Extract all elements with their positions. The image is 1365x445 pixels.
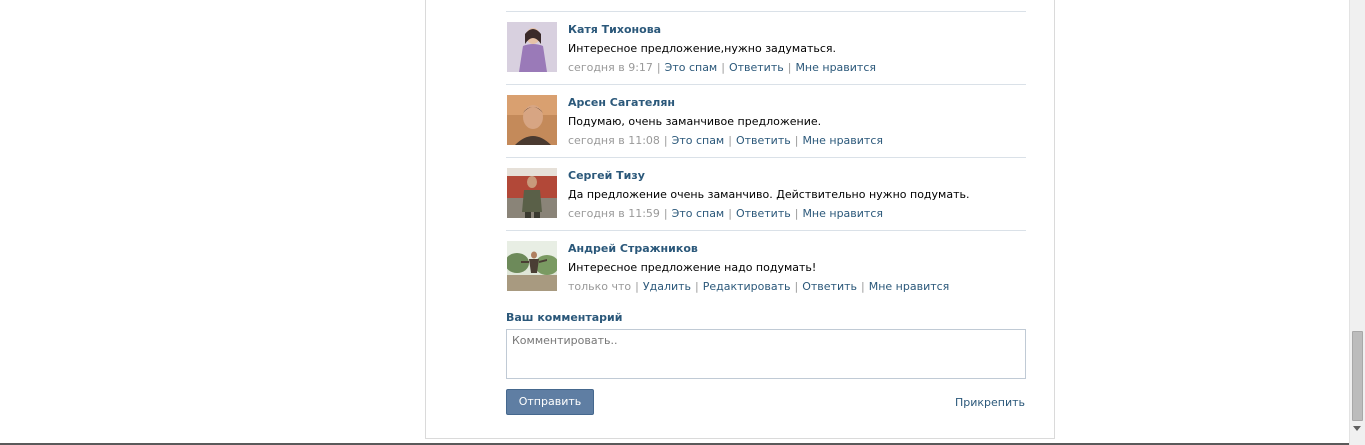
comments-list: Катя Тихонова Интересное предложение,нуж… — [506, 11, 1026, 303]
comment-meta: сегодня в 9:17 | Это спам | Ответить | Мне нра… — [568, 61, 876, 74]
comment-time: сегодня в 11:08 — [568, 134, 660, 147]
reply-link[interactable]: Ответить — [802, 280, 857, 293]
comment-author[interactable]: Арсен Сагателян — [568, 96, 675, 109]
vertical-scrollbar[interactable] — [1349, 0, 1365, 445]
separator: | — [728, 134, 732, 147]
send-button[interactable]: Отправить — [506, 389, 594, 415]
comment-author[interactable]: Катя Тихонова — [568, 23, 661, 36]
comment-text: Подумаю, очень заманчивое предложение. — [568, 115, 822, 128]
comment-author[interactable]: Андрей Стражников — [568, 242, 698, 255]
scrollbar-thumb[interactable] — [1352, 331, 1363, 421]
separator: | — [794, 134, 799, 147]
comment-input[interactable] — [506, 329, 1026, 379]
reply-link[interactable]: Ответить — [729, 61, 784, 74]
scroll-down-arrow-icon[interactable] — [1353, 426, 1361, 431]
spam-link[interactable]: Это спам — [665, 61, 718, 74]
separator: | — [721, 61, 725, 74]
like-link[interactable]: Мне нравится — [802, 134, 883, 147]
spam-link[interactable]: Это спам — [672, 134, 725, 147]
comment-time: только что — [568, 280, 632, 293]
separator: | — [794, 280, 799, 293]
separator: | — [728, 207, 732, 220]
reply-link[interactable]: Ответить — [736, 207, 791, 220]
avatar[interactable] — [507, 22, 557, 72]
delete-link[interactable]: Удалить — [643, 280, 691, 293]
comment-text: Интересное предложение надо подумать! — [568, 261, 817, 274]
comment-meta: сегодня в 11:59 | Это спам | Ответить | Мне нр… — [568, 207, 883, 220]
comment-text: Интересное предложение,нужно задуматься. — [568, 42, 836, 55]
avatar[interactable] — [507, 95, 557, 145]
separator: | — [663, 134, 668, 147]
comment-item: Сергей Тизу Да предложение очень заманчи… — [506, 157, 1026, 230]
comment-text: Да предложение очень заманчиво. Действит… — [568, 188, 970, 201]
avatar[interactable] — [507, 168, 557, 218]
comment-form-label: Ваш комментарий — [506, 311, 623, 324]
avatar[interactable] — [507, 241, 557, 291]
separator: | — [695, 280, 699, 293]
comment-author[interactable]: Сергей Тизу — [568, 169, 645, 182]
comment-time: сегодня в 9:17 — [568, 61, 653, 74]
separator: | — [794, 207, 799, 220]
separator: | — [787, 61, 792, 74]
attach-link[interactable]: Прикрепить — [955, 396, 1025, 409]
separator: | — [663, 207, 668, 220]
like-link[interactable]: Мне нравится — [869, 280, 950, 293]
spam-link[interactable]: Это спам — [672, 207, 725, 220]
reply-link[interactable]: Ответить — [736, 134, 791, 147]
comment-item: Арсен Сагателян Подумаю, очень заманчиво… — [506, 84, 1026, 157]
comment-meta: только что | Удалить | Редактировать | Ответит… — [568, 280, 949, 293]
separator: | — [861, 280, 865, 293]
comment-item: Катя Тихонова Интересное предложение,нуж… — [506, 11, 1026, 84]
comment-time: сегодня в 11:59 — [568, 207, 660, 220]
comment-item: Андрей Стражников Интересное предложение… — [506, 230, 1026, 303]
like-link[interactable]: Мне нравится — [795, 61, 876, 74]
separator: | — [656, 61, 661, 74]
edit-link[interactable]: Редактировать — [703, 280, 791, 293]
comment-meta: сегодня в 11:08 | Это спам | Ответить | Мне нр… — [568, 134, 883, 147]
separator: | — [635, 280, 639, 293]
like-link[interactable]: Мне нравится — [802, 207, 883, 220]
